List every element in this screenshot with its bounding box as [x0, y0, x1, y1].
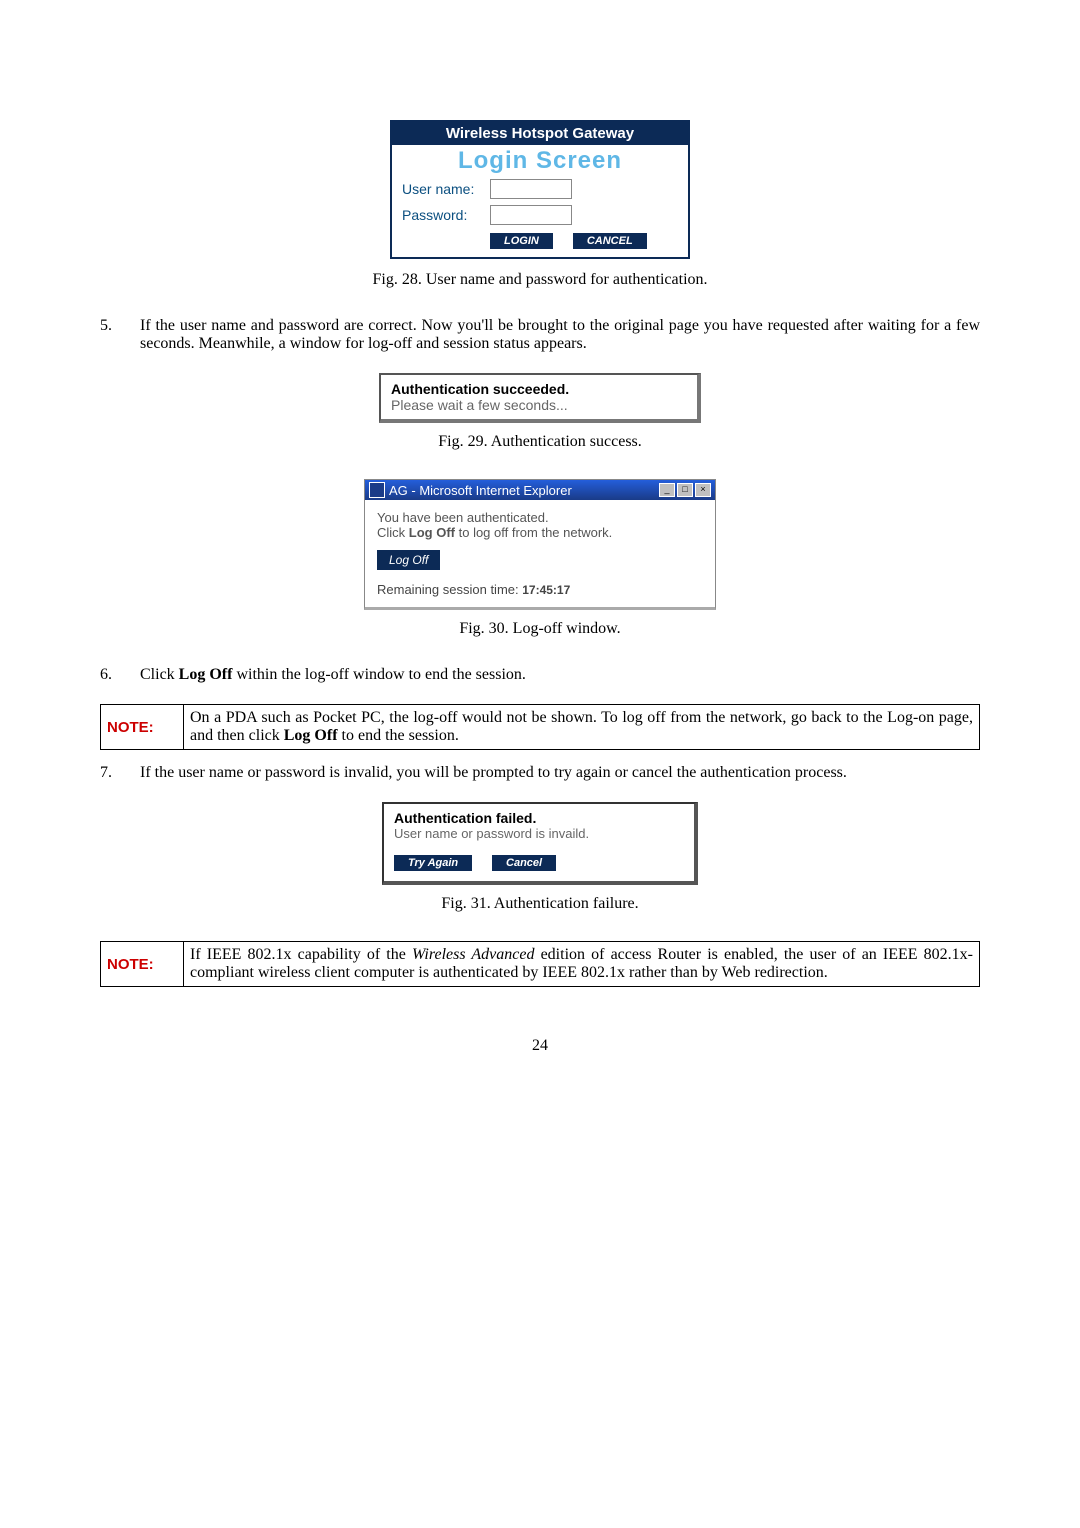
maximize-icon[interactable]: □: [677, 483, 693, 497]
note1-text: On a PDA such as Pocket PC, the log-off …: [184, 705, 980, 750]
step7-text: If the user name or password is invalid,…: [140, 764, 847, 782]
username-input[interactable]: [490, 179, 572, 199]
fig31-caption: Fig. 31. Authentication failure.: [100, 895, 980, 913]
login-header-title: Wireless Hotspot Gateway: [392, 122, 688, 145]
ie-line-authenticated: You have been authenticated.: [377, 510, 703, 525]
minimize-icon[interactable]: _: [659, 483, 675, 497]
password-label: Password:: [402, 207, 490, 223]
auth-failed-title: Authentication failed.: [394, 810, 684, 826]
login-button[interactable]: LOGIN: [490, 233, 553, 249]
session-time-label: Remaining session time:: [377, 582, 522, 597]
cancel-button[interactable]: CANCEL: [573, 233, 647, 249]
fig28-caption: Fig. 28. User name and password for auth…: [100, 271, 980, 289]
note-box-1: NOTE: On a PDA such as Pocket PC, the lo…: [100, 704, 980, 750]
logoff-window-figure: AG - Microsoft Internet Explorer _ □ × Y…: [364, 479, 716, 610]
auth-failed-subtitle: User name or password is invaild.: [394, 826, 684, 841]
close-icon[interactable]: ×: [695, 483, 711, 497]
note2-text: If IEEE 802.1x capability of the Wireles…: [184, 942, 980, 987]
step7-number: 7.: [100, 764, 140, 782]
step6-text: Click Log Off within the log-off window …: [140, 666, 526, 684]
ie-line-instruction: Click Log Off to log off from the networ…: [377, 525, 703, 540]
ie-window-title: AG - Microsoft Internet Explorer: [389, 483, 572, 498]
session-time-value: 17:45:17: [522, 583, 570, 597]
login-header-subtitle: Login Screen: [392, 145, 688, 179]
login-screen-figure: Wireless Hotspot Gateway Login Screen Us…: [390, 120, 690, 259]
ie-titlebar: AG - Microsoft Internet Explorer _ □ ×: [365, 480, 715, 500]
page-number: 24: [100, 1037, 980, 1055]
session-time-row: Remaining session time: 17:45:17: [377, 582, 703, 597]
logoff-button[interactable]: Log Off: [377, 550, 440, 570]
note-box-2: NOTE: If IEEE 802.1x capability of the W…: [100, 941, 980, 987]
auth-failed-figure: Authentication failed. User name or pass…: [382, 802, 698, 885]
fig29-caption: Fig. 29. Authentication success.: [100, 433, 980, 451]
try-again-button[interactable]: Try Again: [394, 855, 472, 871]
auth-success-figure: Authentication succeeded. Please wait a …: [379, 373, 701, 423]
step6-number: 6.: [100, 666, 140, 684]
fig30-caption: Fig. 30. Log-off window.: [100, 620, 980, 638]
step5-number: 5.: [100, 317, 140, 353]
auth-success-subtitle: Please wait a few seconds...: [391, 397, 687, 413]
note2-label: NOTE:: [101, 942, 184, 987]
note1-label: NOTE:: [101, 705, 184, 750]
fail-cancel-button[interactable]: Cancel: [492, 855, 556, 871]
step5-text: If the user name and password are correc…: [140, 317, 980, 353]
password-input[interactable]: [490, 205, 572, 225]
auth-success-title: Authentication succeeded.: [391, 381, 687, 397]
username-label: User name:: [402, 181, 490, 197]
ie-app-icon: [369, 482, 385, 498]
